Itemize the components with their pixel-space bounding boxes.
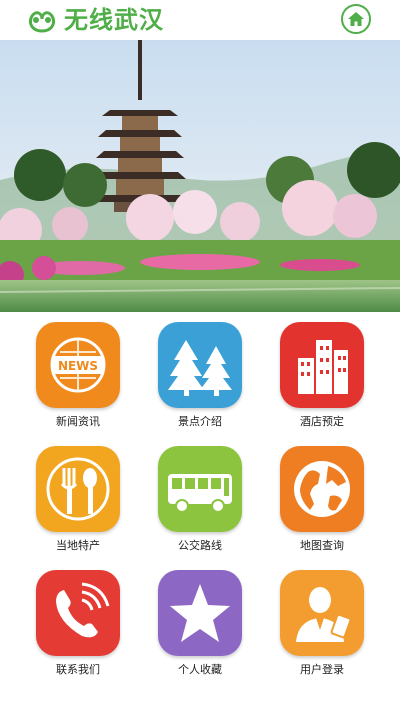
menu-label: 酒店预定 xyxy=(300,415,344,428)
menu-label: 联系我们 xyxy=(56,663,100,676)
leaf-logo-icon xyxy=(28,11,56,33)
menu-item-attractions[interactable]: 景点介绍 xyxy=(154,322,246,429)
menu-label: 地图查询 xyxy=(300,539,344,552)
menu-item-login[interactable]: 用户登录 xyxy=(276,570,368,677)
menu-grid: NEWS 新闻资讯 景点介绍 酒店预定 当地特产 公交路线 地图查询 联系我们 … xyxy=(0,312,400,710)
home-button[interactable] xyxy=(341,4,371,34)
app-title: 无线武汉 xyxy=(64,6,164,34)
buildings-icon xyxy=(280,322,364,408)
menu-label: 当地特产 xyxy=(56,539,100,552)
menu-item-specialties[interactable]: 当地特产 xyxy=(32,446,124,553)
menu-label: 景点介绍 xyxy=(178,415,222,428)
user-icon xyxy=(280,570,364,656)
menu-item-news[interactable]: NEWS 新闻资讯 xyxy=(32,322,124,429)
menu-item-contact[interactable]: 联系我们 xyxy=(32,570,124,677)
menu-item-bus[interactable]: 公交路线 xyxy=(154,446,246,553)
menu-item-map[interactable]: 地图查询 xyxy=(276,446,368,553)
trees-icon xyxy=(158,322,242,408)
bus-icon xyxy=(158,446,242,532)
menu-label: 新闻资讯 xyxy=(56,415,100,428)
star-icon xyxy=(158,570,242,656)
pagoda-photo xyxy=(0,40,400,312)
phone-icon xyxy=(36,570,120,656)
banner-image xyxy=(0,40,400,312)
news-badge-text: NEWS xyxy=(58,359,98,373)
menu-label: 公交路线 xyxy=(178,539,222,552)
menu-item-hotel[interactable]: 酒店预定 xyxy=(276,322,368,429)
menu-label: 个人收藏 xyxy=(178,663,222,676)
globe-icon xyxy=(280,446,364,532)
home-icon xyxy=(348,12,364,26)
app-header: 无线武汉 xyxy=(0,0,400,40)
news-icon: NEWS xyxy=(36,322,120,408)
menu-label: 用户登录 xyxy=(300,663,344,676)
menu-item-favorites[interactable]: 个人收藏 xyxy=(154,570,246,677)
fork-spoon-icon xyxy=(36,446,120,532)
